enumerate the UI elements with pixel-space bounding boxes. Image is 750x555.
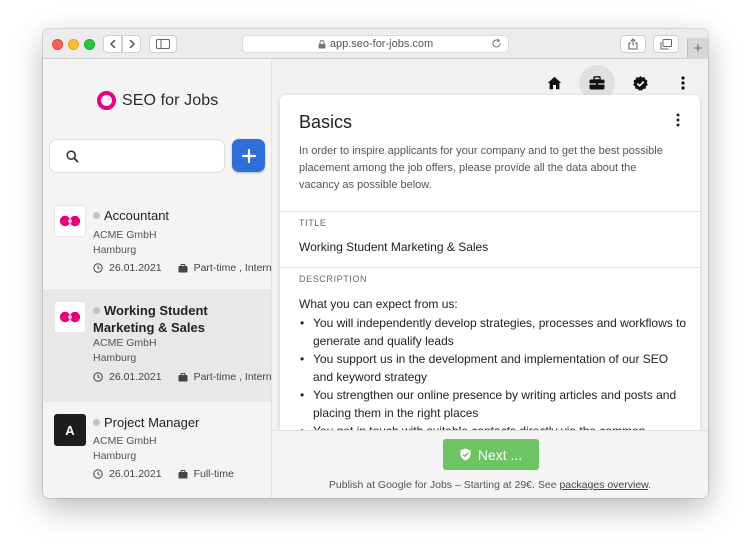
job-city: Hamburg — [93, 352, 137, 364]
new-tab-button[interactable]: + — [687, 38, 708, 59]
browser-titlebar: app.seo-for-jobs.com + — [43, 29, 708, 59]
job-meta: 26.01.2021 Full-time — [93, 468, 234, 480]
zoom-window-button[interactable] — [84, 39, 95, 50]
tabs-icon — [660, 38, 672, 49]
add-job-button[interactable] — [232, 139, 265, 172]
lock-icon — [318, 39, 326, 49]
main-panel: Basics In order to inspire applicants fo… — [272, 59, 708, 498]
briefcase-icon — [589, 76, 605, 90]
tab-overview-button[interactable] — [653, 35, 679, 53]
job-company: ACME GmbH — [93, 435, 157, 447]
job-type: Part-time , Interns — [193, 262, 278, 274]
clock-icon — [93, 372, 103, 382]
description-item: You get in touch with suitable contacts … — [299, 422, 689, 430]
job-meta: 26.01.2021 Part-time , Interns — [93, 262, 277, 274]
company-logo: A — [54, 414, 86, 446]
forward-button[interactable] — [122, 35, 141, 53]
description-list: You will independently develop strategie… — [299, 314, 689, 430]
sidebar-icon — [156, 39, 170, 49]
job-date: 26.01.2021 — [109, 262, 162, 274]
job-title: Project Manager — [93, 414, 268, 431]
job-type: Part-time , Interns — [193, 371, 278, 383]
card-intro: In order to inspire applicants for your … — [299, 145, 663, 191]
title-field-value[interactable]: Working Student Marketing & Sales — [299, 240, 488, 254]
status-dot — [93, 212, 100, 220]
job-title: Working Student Marketing & Sales — [93, 303, 208, 335]
description-field-label: DESCRIPTION — [299, 274, 368, 284]
divider — [280, 211, 700, 212]
job-sidebar: SEO for Jobs Accountant ACME GmbH Hambur… — [43, 59, 277, 498]
briefcase-icon — [178, 469, 188, 479]
card-title: Basics — [299, 112, 353, 132]
clock-icon — [93, 469, 103, 479]
job-company: ACME GmbH — [93, 337, 157, 349]
plus-icon — [241, 148, 256, 163]
more-vertical-icon — [681, 76, 685, 90]
chevron-left-icon — [109, 39, 116, 49]
job-list-item[interactable]: A Project Manager ACME GmbH Hamburg 26.0… — [43, 402, 271, 498]
next-button-label: Next ... — [477, 446, 523, 463]
search-icon — [66, 150, 79, 168]
card-more-icon[interactable] — [676, 113, 680, 132]
reload-icon[interactable] — [491, 38, 502, 52]
basics-card: Basics In order to inspire applicants fo… — [280, 95, 700, 430]
job-company: ACME GmbH — [93, 229, 157, 241]
address-bar[interactable]: app.seo-for-jobs.com — [242, 35, 509, 53]
company-logo — [54, 301, 86, 333]
description-item: You strengthen our online presence by wr… — [299, 386, 689, 422]
divider — [280, 267, 700, 268]
back-button[interactable] — [103, 35, 122, 53]
pink-dots-icon — [59, 215, 81, 227]
share-button[interactable] — [620, 35, 646, 53]
job-title: Accountant — [93, 207, 268, 224]
clock-icon — [93, 263, 103, 273]
logo-text: SEO for Jobs — [122, 91, 219, 109]
company-logo — [54, 205, 86, 237]
job-list-item[interactable]: Accountant ACME GmbH Hamburg 26.01.2021 … — [43, 199, 277, 289]
job-type: Full-time — [193, 468, 234, 480]
briefcase-icon — [178, 263, 188, 273]
status-dot — [93, 419, 100, 427]
job-list-item-selected[interactable]: Working Student Marketing & Sales ACME G… — [43, 289, 277, 402]
status-dot — [93, 307, 100, 315]
pink-dots-icon — [59, 311, 81, 323]
home-icon — [547, 76, 561, 90]
chevron-right-icon — [128, 39, 135, 49]
job-city: Hamburg — [93, 244, 137, 256]
publish-end: . — [648, 479, 652, 491]
description-item: You support us in the development and im… — [299, 350, 689, 386]
publish-note: Publish at Google for Jobs – Starting at… — [272, 479, 708, 491]
logo-ring-icon — [97, 91, 116, 110]
packages-overview-link[interactable]: packages overview — [559, 479, 648, 491]
browser-window: app.seo-for-jobs.com + SEO for Jobs Acco… — [43, 29, 708, 498]
app-logo[interactable]: SEO for Jobs — [97, 91, 218, 110]
shield-check-icon — [460, 448, 471, 461]
job-date: 26.01.2021 — [109, 468, 162, 480]
minimize-window-button[interactable] — [68, 39, 79, 50]
url-text: app.seo-for-jobs.com — [329, 38, 434, 50]
close-window-button[interactable] — [52, 39, 63, 50]
card-footer: Next ... Publish at Google for Jobs – St… — [272, 430, 708, 498]
description-intro: What you can expect from us: — [299, 297, 458, 311]
description-field[interactable]: What you can expect from us: You will in… — [299, 295, 689, 430]
briefcase-icon — [178, 372, 188, 382]
job-meta: 26.01.2021 Part-time , Interns — [93, 371, 277, 383]
description-item: You will independently develop strategie… — [299, 314, 689, 350]
job-search[interactable] — [49, 139, 225, 173]
job-date: 26.01.2021 — [109, 371, 162, 383]
share-icon — [628, 38, 638, 50]
publish-text: Publish at Google for Jobs – Starting at… — [328, 479, 560, 491]
title-field-label: TITLE — [299, 218, 327, 228]
verified-badge-icon — [632, 75, 648, 91]
next-button[interactable]: Next ... — [443, 439, 539, 470]
search-input[interactable] — [88, 146, 218, 168]
sidebar-toggle-button[interactable] — [149, 35, 177, 53]
letter-a-icon: A — [65, 422, 75, 438]
job-city: Hamburg — [93, 450, 137, 462]
